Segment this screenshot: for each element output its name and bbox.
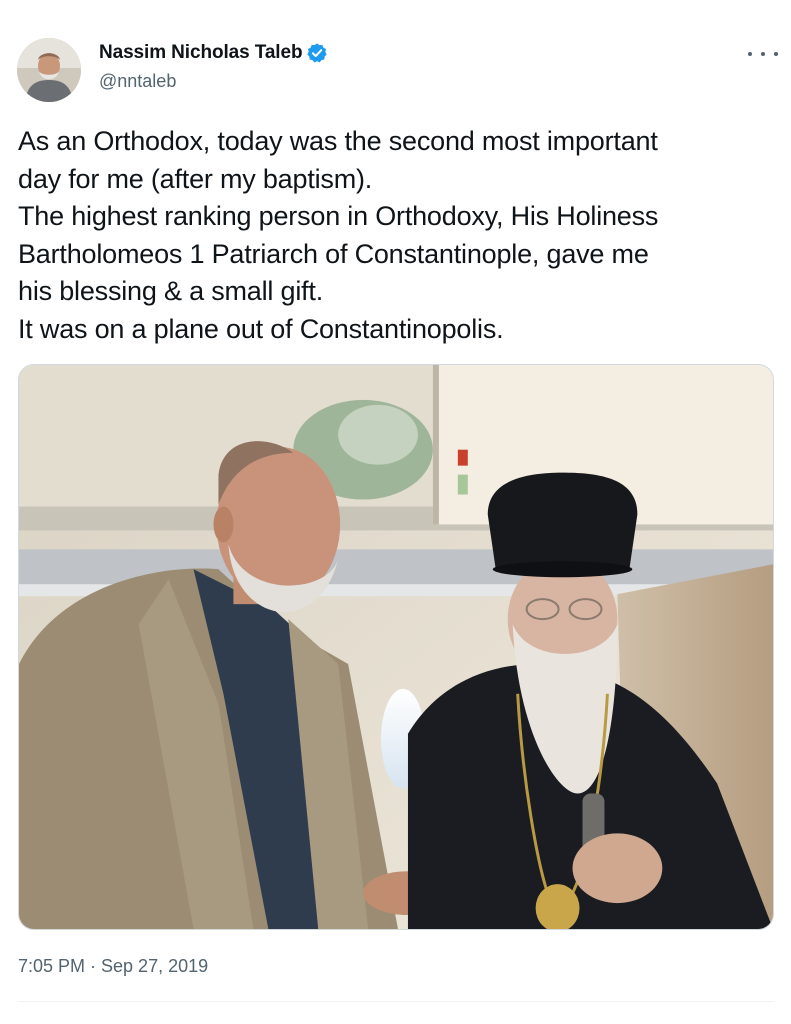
tweet-text-line: day for me (after my baptism). xyxy=(18,163,373,194)
more-options-icon[interactable] xyxy=(748,44,778,64)
tweet-photo[interactable] xyxy=(18,364,774,930)
divider xyxy=(18,1001,774,1002)
author-avatar[interactable] xyxy=(17,38,81,102)
tweet-timestamp[interactable]: 7:05 PM · Sep 27, 2019 xyxy=(18,956,208,977)
tweet-text-line: As an Orthodox, today was the second mos… xyxy=(18,126,658,156)
tweet-text-line: It was on a plane out of Constantinopoli… xyxy=(18,313,504,344)
tweet-card: Nassim Nicholas Taleb @nntaleb As an Ort… xyxy=(0,0,791,1024)
tweet-text-line: The highest ranking person in Orthodoxy,… xyxy=(18,201,659,231)
tweet-text-line: his blessing & a small gift. xyxy=(18,276,324,306)
author-display-name[interactable]: Nassim Nicholas Taleb xyxy=(99,42,303,64)
more-dot xyxy=(774,52,778,56)
author-handle[interactable]: @nntaleb xyxy=(99,71,176,92)
more-dot xyxy=(761,52,765,56)
verified-badge-icon xyxy=(306,42,328,64)
tweet-text-line: Bartholomeos 1 Patriarch of Constantinop… xyxy=(18,238,649,269)
tweet-text: As an Orthodox, today was the second mos… xyxy=(18,123,778,348)
author-name-row: Nassim Nicholas Taleb xyxy=(99,42,328,64)
more-dot xyxy=(748,52,752,56)
